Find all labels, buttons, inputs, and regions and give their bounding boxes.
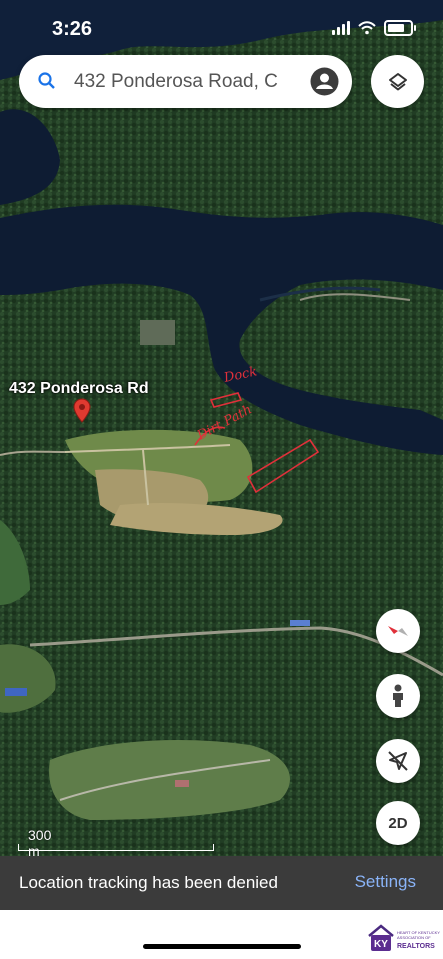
satellite-map[interactable]: Dock Dirt Path bbox=[0, 0, 443, 910]
settings-button[interactable]: Settings bbox=[355, 872, 416, 892]
snackbar: Location tracking has been denied Settin… bbox=[0, 856, 443, 910]
status-bar: 3:26 bbox=[0, 0, 443, 56]
search-bar[interactable] bbox=[19, 55, 352, 108]
wifi-icon bbox=[358, 21, 376, 35]
home-indicator[interactable] bbox=[143, 944, 301, 949]
search-input[interactable] bbox=[72, 67, 302, 97]
compass-icon bbox=[388, 626, 408, 636]
pin-label: 432 Ponderosa Rd bbox=[9, 380, 149, 397]
view-mode-button[interactable]: 2D bbox=[376, 801, 420, 845]
svg-text:KY: KY bbox=[374, 939, 388, 950]
svg-text:REALTORS: REALTORS bbox=[397, 943, 435, 950]
svg-text:ASSOCIATION OF: ASSOCIATION OF bbox=[397, 935, 431, 940]
layers-icon bbox=[388, 72, 407, 90]
street-view-button[interactable] bbox=[376, 674, 420, 718]
scale-label: 300 m bbox=[28, 827, 52, 859]
navigation-off-icon bbox=[388, 751, 408, 771]
battery-icon bbox=[384, 20, 416, 36]
scale-bar bbox=[18, 844, 214, 851]
location-pin-icon[interactable] bbox=[73, 398, 91, 432]
pegman-icon bbox=[393, 684, 403, 707]
realtors-logo: KY HEART OF KENTUCKY ASSOCIATION OF REAL… bbox=[368, 924, 440, 951]
account-avatar-icon[interactable] bbox=[310, 67, 339, 96]
compass-button[interactable] bbox=[376, 609, 420, 653]
status-time: 3:26 bbox=[52, 18, 93, 40]
layers-button[interactable] bbox=[371, 55, 424, 108]
map-imagery: Dock Dirt Path bbox=[0, 0, 443, 910]
search-icon bbox=[38, 72, 55, 89]
snackbar-message: Location tracking has been denied bbox=[19, 873, 278, 892]
location-disabled-button[interactable] bbox=[376, 739, 420, 783]
signal-icon bbox=[332, 21, 350, 35]
bottom-area: KY HEART OF KENTUCKY ASSOCIATION OF REAL… bbox=[0, 910, 443, 959]
